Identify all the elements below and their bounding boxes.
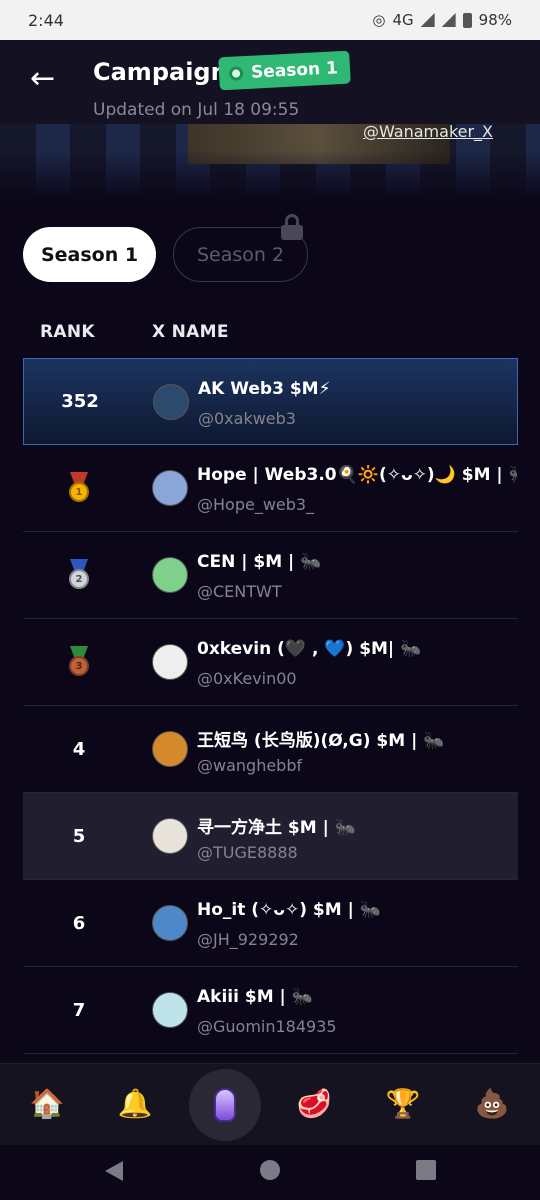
avatar — [152, 557, 188, 593]
leaderboard-row[interactable]: 2 CEN | $M | 🐜 @CENTWT — [23, 532, 518, 619]
back-arrow-icon[interactable]: ← — [30, 62, 64, 96]
rank-value: 6 — [72, 912, 86, 934]
rank-column-header: RANK — [40, 322, 95, 342]
user-handle: @wanghebbf — [197, 756, 303, 775]
lock-icon — [280, 214, 304, 240]
user-handle: @JH_929292 — [197, 930, 299, 949]
leaderboard-row-current-user[interactable]: 352 AK Web3 $M⚡ @0xakweb3 — [23, 358, 518, 445]
rank-value: 5 — [72, 825, 86, 847]
avatar — [152, 818, 188, 854]
battery-level: 98% — [478, 11, 512, 29]
status-icons: ◎ 4G 98% — [372, 11, 512, 29]
battery-icon — [462, 12, 472, 28]
leaderboard-row[interactable]: 1 Hope | Web3.0🍳🔆(✧ᴗ✧)🌙 $M | 🐜 @Hope_web… — [23, 445, 518, 532]
banner-handle-link[interactable]: @Wanamaker_X — [363, 122, 493, 141]
updated-timestamp: Updated on Jul 18 09:55 — [93, 100, 300, 120]
name-column-header: X NAME — [152, 322, 229, 342]
steak-icon[interactable]: 🥩 — [296, 1086, 332, 1122]
leaderboard-row[interactable]: 7 Akiii $M | 🐜 @Guomin184935 — [23, 967, 518, 1054]
user-display-name: Ho_it (✧ᴗ✧) $M | 🐜 — [197, 900, 381, 920]
system-back-icon[interactable] — [105, 1161, 123, 1181]
user-display-name: 寻一方净土 $M | 🐜 — [197, 818, 356, 838]
status-time: 2:44 — [28, 10, 64, 30]
user-handle: @CENTWT — [197, 582, 282, 601]
user-handle: @0xKevin00 — [197, 669, 297, 688]
podium-icon[interactable]: 🏆 — [385, 1086, 421, 1122]
user-handle: @0xakweb3 — [198, 409, 296, 428]
signal-icon-2 — [441, 13, 456, 27]
status-bar: 2:44 ◎ 4G 98% — [0, 0, 540, 40]
campaign-nav-button[interactable] — [189, 1069, 261, 1141]
rank-value: 7 — [72, 999, 86, 1021]
live-dot-icon — [228, 65, 244, 81]
rank-value: 352 — [61, 391, 99, 412]
hotspot-icon: ◎ — [372, 11, 386, 29]
bell-icon[interactable]: 🔔 — [117, 1086, 153, 1122]
avatar — [153, 384, 189, 420]
leaderboard-list: 352 AK Web3 $M⚡ @0xakweb3 1 Hope | Web3.… — [23, 358, 518, 1054]
system-recents-icon[interactable] — [416, 1160, 436, 1180]
home-icon[interactable]: 🏠 — [29, 1086, 65, 1122]
user-display-name: 0xkevin (🖤 , 💙) $M| 🐜 — [197, 639, 422, 659]
system-home-icon[interactable] — [260, 1160, 280, 1180]
user-display-name: 王短鸟 (长鸟版)(Ø,G) $M | 🐜 — [197, 731, 445, 751]
signal-icon — [420, 13, 435, 27]
leaderboard-row[interactable]: 4 王短鸟 (长鸟版)(Ø,G) $M | 🐜 @wanghebbf — [23, 706, 518, 793]
user-display-name: Akiii $M | 🐜 — [197, 987, 313, 1007]
user-handle: @Hope_web3_ — [197, 495, 315, 514]
rank-value: 4 — [72, 738, 86, 760]
avatar — [152, 905, 188, 941]
silver-medal-icon: 2 — [66, 559, 92, 591]
bronze-medal-icon: 3 — [66, 646, 92, 678]
bottom-navigation: 🏠 🔔 🥩 🏆 💩 — [0, 1063, 540, 1145]
campaign-orb-icon — [214, 1088, 236, 1122]
tab-season-1[interactable]: Season 1 — [23, 227, 156, 282]
leaderboard-row[interactable]: 3 0xkevin (🖤 , 💙) $M| 🐜 @0xKevin00 — [23, 619, 518, 706]
network-type: 4G — [392, 11, 414, 29]
user-handle: @TUGE8888 — [197, 843, 298, 862]
user-display-name: CEN | $M | 🐜 — [197, 552, 322, 572]
user-display-name: AK Web3 $M⚡ — [198, 379, 331, 399]
season-badge: Season 1 — [218, 50, 351, 91]
user-display-name: Hope | Web3.0🍳🔆(✧ᴗ✧)🌙 $M | 🐜 — [197, 465, 517, 485]
avatar — [152, 731, 188, 767]
avatar — [152, 992, 188, 1028]
leaderboard-row[interactable]: 5 寻一方净土 $M | 🐜 @TUGE8888 — [23, 793, 518, 880]
page-title: Campaign — [93, 58, 228, 86]
user-handle: @Guomin184935 — [197, 1017, 337, 1036]
poop-icon[interactable]: 💩 — [474, 1086, 510, 1122]
leaderboard-row[interactable]: 6 Ho_it (✧ᴗ✧) $M | 🐜 @JH_929292 — [23, 880, 518, 967]
season-badge-label: Season 1 — [250, 57, 339, 83]
campaign-header: ← Campaign Season 1 Updated on Jul 18 09… — [0, 40, 540, 200]
avatar — [152, 470, 188, 506]
avatar — [152, 644, 188, 680]
gold-medal-icon: 1 — [66, 472, 92, 504]
system-navigation-bar — [0, 1145, 540, 1200]
